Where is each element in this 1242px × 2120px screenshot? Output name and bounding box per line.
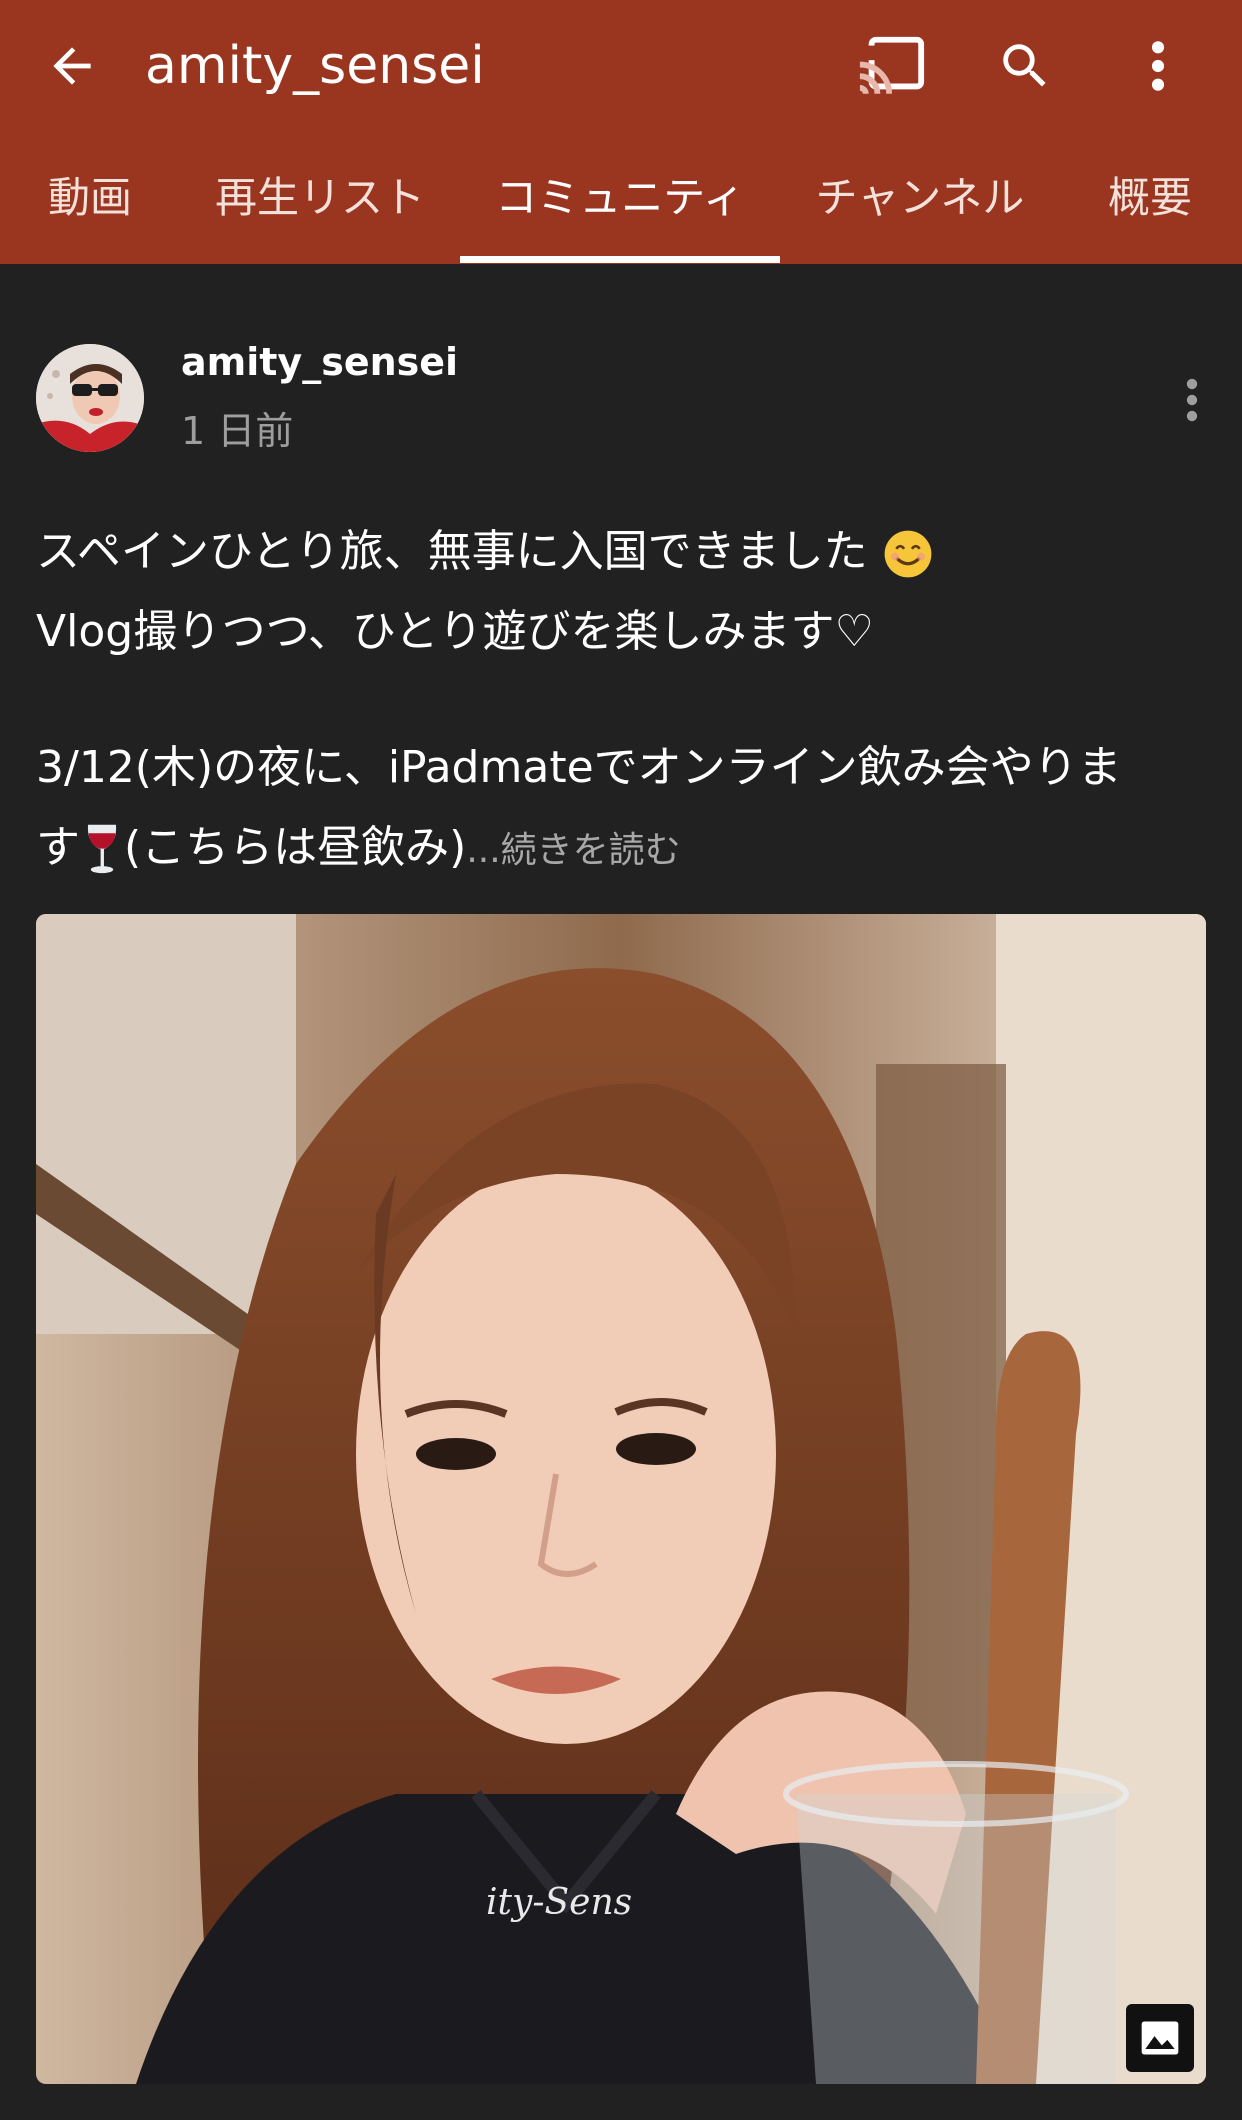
app-bar: amity_sensei 動画 再生リスト コミュニティ チャンネル 概要 [0,0,1242,264]
post-photo: ity-Sens [36,914,1206,2084]
smiling-face-emoji [884,530,932,578]
read-more-link[interactable]: ...続きを読む [466,830,680,871]
post-author[interactable]: amity_sensei [181,340,458,384]
post-text: スペインひとり旅、無事に入国できました Vlog撮りつつ、ひとり遊びを楽しみます… [36,512,1216,891]
avatar-image [36,344,144,452]
cast-icon [857,36,925,95]
post-more-button[interactable] [1168,364,1216,436]
post-line-1: スペインひとり旅、無事に入国できました [36,526,868,577]
image-badge [1126,2004,1194,2072]
tab-playlists[interactable]: 再生リスト [200,132,440,264]
tab-community[interactable]: コミュニティ [460,132,780,264]
tab-channels[interactable]: チャンネル [800,132,1040,264]
tab-videos[interactable]: 動画 [0,132,180,264]
search-button[interactable] [985,30,1065,102]
search-icon [1003,44,1046,87]
back-button[interactable] [36,30,108,102]
tab-about[interactable]: 概要 [1080,132,1220,264]
post-image[interactable]: ity-Sens [36,914,1206,2084]
more-vert-icon [1186,378,1198,422]
community-post: amity_sensei 1 日前 スペインひとり旅、無事に入国できました Vl… [0,264,1242,2120]
channel-tabs: 動画 再生リスト コミュニティ チャンネル 概要 [0,132,1242,264]
post-line-3: 3/12(木)の夜に、iPadmateでオンライン飲み会やりま [36,742,1122,793]
more-options-button[interactable] [1118,30,1198,102]
post-line-5: (こちらは昼飲み) [124,822,467,873]
toolbar: amity_sensei [0,0,1242,132]
image-icon [1141,2021,1179,2055]
avatar[interactable] [36,344,144,452]
arrow-back-icon [53,47,91,85]
post-timestamp: 1 日前 [181,409,294,453]
channel-title: amity_sensei [145,36,485,96]
svg-text:ity-Sens: ity-Sens [486,1882,632,1923]
post-line-2: Vlog撮りつつ、ひとり遊びを楽しみます♡ [36,606,874,657]
active-tab-indicator [460,256,780,263]
more-vert-icon [1151,41,1165,91]
cast-button[interactable] [852,30,932,102]
post-line-4: す [36,822,80,873]
wine-glass-emoji [87,824,117,874]
